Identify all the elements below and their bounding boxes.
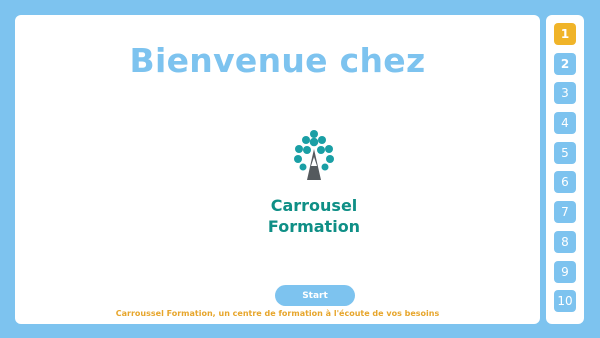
page-button-10[interactable]: 10 [554,290,576,313]
page-button-5[interactable]: 5 [554,141,576,164]
page-button-2[interactable]: 2 [554,52,576,75]
page-button-1[interactable]: 1 [554,23,576,45]
tagline: Carroussel Formation, un centre de forma… [115,309,440,318]
page-button-4[interactable]: 4 [554,112,576,135]
brand-line-2: Formation [267,217,361,236]
brand-line-1: Carrousel [270,196,358,215]
page-title: Bienvenue chez [129,41,426,80]
page-navigation-list: 1 2 3 4 5 6 7 8 9 10 [554,23,576,320]
tree-logo-icon [294,130,334,180]
start-button[interactable]: Start [275,285,355,306]
page-navigation-panel: 1 2 3 4 5 6 7 8 9 10 [546,15,584,324]
page-button-9[interactable]: 9 [554,260,576,283]
main-panel: Bienvenue chez Carrousel Formation Start [15,15,540,324]
brand-name: Carrousel Formation [249,195,379,237]
page-button-3[interactable]: 3 [554,82,576,105]
page-button-6[interactable]: 6 [554,171,576,194]
page-button-7[interactable]: 7 [554,201,576,224]
page-button-8[interactable]: 8 [554,230,576,253]
